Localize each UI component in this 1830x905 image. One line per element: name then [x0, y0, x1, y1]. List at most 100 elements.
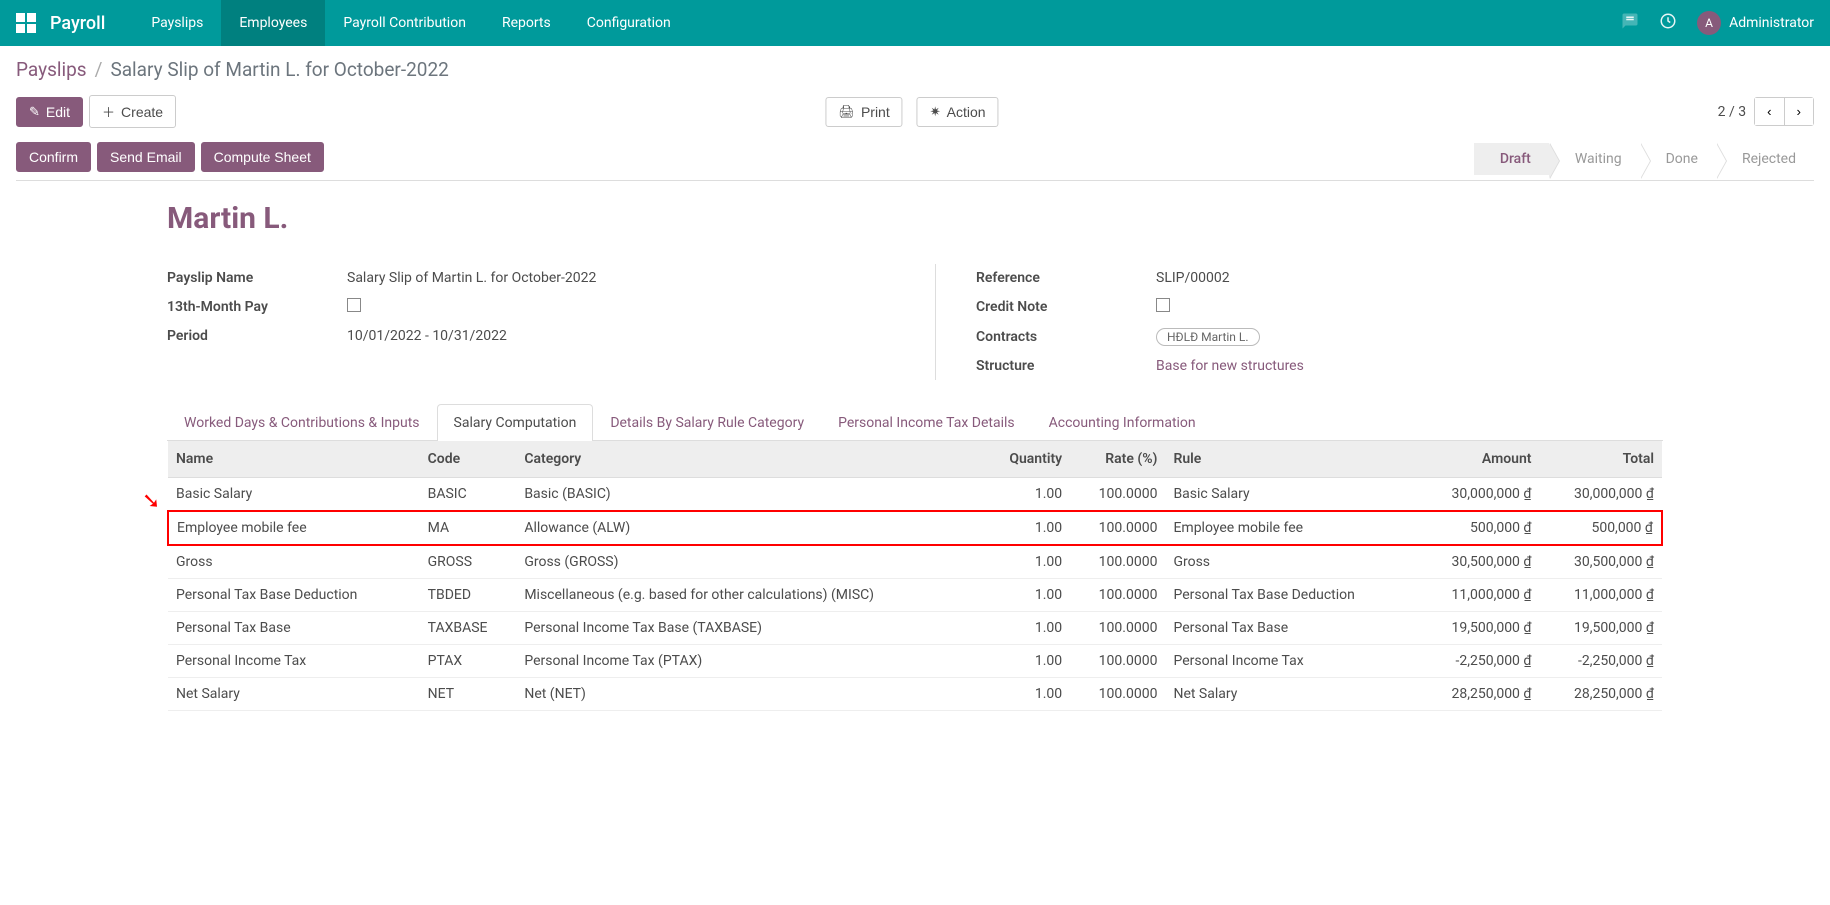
nav-item-employees[interactable]: Employees — [221, 0, 325, 46]
app-title: Payroll — [50, 13, 105, 34]
breadcrumb: Payslips / Salary Slip of Martin L. for … — [16, 58, 1814, 81]
pager-text[interactable]: 2 / 3 — [1718, 104, 1746, 120]
table-row[interactable]: Personal Income TaxPTAXPersonal Income T… — [168, 645, 1662, 678]
cell-rate: 100.0000 — [1070, 579, 1165, 612]
cell-total: 19,500,000 ₫ — [1540, 612, 1662, 645]
tab-worked-days-contributions-inputs[interactable]: Worked Days & Contributions & Inputs — [167, 404, 437, 441]
table-row[interactable]: GrossGROSSGross (GROSS)1.00100.0000Gross… — [168, 545, 1662, 579]
table-row[interactable]: Employee mobile feeMAAllowance (ALW)1.00… — [168, 511, 1662, 545]
compute-sheet-button[interactable]: Compute Sheet — [201, 142, 324, 172]
plus-icon: ＋ — [102, 102, 115, 121]
month13-checkbox — [347, 298, 361, 312]
activity-icon[interactable] — [1659, 12, 1677, 34]
status-step-done[interactable]: Done — [1640, 143, 1716, 175]
apps-icon[interactable] — [16, 13, 36, 33]
cell-amount: 11,000,000 ₫ — [1417, 579, 1539, 612]
salary-table: Name Code Category Quantity Rate (%) Rul… — [167, 441, 1663, 711]
cell-rule: Employee mobile fee — [1165, 511, 1417, 545]
payslip-name-value: Salary Slip of Martin L. for October-202… — [347, 270, 596, 286]
breadcrumb-parent[interactable]: Payslips — [16, 58, 87, 81]
create-button[interactable]: ＋Create — [89, 95, 176, 128]
cell-total: 11,000,000 ₫ — [1540, 579, 1662, 612]
status-steps: DraftWaitingDoneRejected — [1474, 143, 1814, 175]
cell-rate: 100.0000 — [1070, 545, 1165, 579]
cell-total: 28,250,000 ₫ — [1540, 678, 1662, 711]
cell-code: BASIC — [420, 478, 517, 512]
tab-salary-computation[interactable]: Salary Computation — [437, 404, 594, 441]
period-label: Period — [167, 328, 347, 344]
action-button[interactable]: ✷Action — [917, 97, 999, 127]
tab-accounting-information[interactable]: Accounting Information — [1032, 404, 1213, 441]
cell-code: GROSS — [420, 545, 517, 579]
edit-button[interactable]: ✎Edit — [16, 97, 83, 127]
nav-item-payroll-contribution[interactable]: Payroll Contribution — [325, 0, 484, 46]
cell-category: Miscellaneous (e.g. based for other calc… — [516, 579, 982, 612]
user-name: Administrator — [1729, 15, 1814, 31]
cell-qty: 1.00 — [982, 511, 1070, 545]
credit-note-label: Credit Note — [976, 299, 1156, 315]
contracts-label: Contracts — [976, 329, 1156, 345]
cell-rule: Personal Tax Base — [1165, 612, 1417, 645]
nav-item-configuration[interactable]: Configuration — [569, 0, 689, 46]
cell-qty: 1.00 — [982, 678, 1070, 711]
table-row[interactable]: Personal Tax Base Deduction TBDEDMiscella… — [168, 579, 1662, 612]
reference-value: SLIP/00002 — [1156, 270, 1230, 286]
credit-note-checkbox — [1156, 298, 1170, 312]
cell-qty: 1.00 — [982, 645, 1070, 678]
table-row[interactable]: Basic SalaryBASICBasic (BASIC)1.00100.00… — [168, 478, 1662, 512]
payslip-name-label: Payslip Name — [167, 270, 347, 286]
contract-tag[interactable]: HĐLĐ Martin L. — [1156, 328, 1260, 346]
send-email-button[interactable]: Send Email — [97, 142, 195, 172]
th-rate: Rate (%) — [1070, 441, 1165, 478]
tab-personal-income-tax-details[interactable]: Personal Income Tax Details — [821, 404, 1032, 441]
print-button[interactable]: 🖨Print — [825, 97, 902, 127]
cell-name: Net Salary — [168, 678, 420, 711]
cell-name: Personal Income Tax — [168, 645, 420, 678]
cell-name: Employee mobile fee — [168, 511, 420, 545]
cell-code: PTAX — [420, 645, 517, 678]
cell-category: Basic (BASIC) — [516, 478, 982, 512]
cell-rate: 100.0000 — [1070, 612, 1165, 645]
gear-icon: ✷ — [930, 104, 941, 120]
record-title: Martin L. — [167, 201, 1663, 236]
structure-link[interactable]: Base for new structures — [1156, 358, 1304, 374]
cell-category: Allowance (ALW) — [516, 511, 982, 545]
nav-item-reports[interactable]: Reports — [484, 0, 569, 46]
pager-next[interactable]: › — [1785, 98, 1813, 125]
cell-amount: 500,000 ₫ — [1417, 511, 1539, 545]
cell-rate: 100.0000 — [1070, 511, 1165, 545]
cell-name: Gross — [168, 545, 420, 579]
status-step-rejected[interactable]: Rejected — [1716, 143, 1814, 175]
table-row[interactable]: Net SalaryNETNet (NET)1.00100.0000Net Sa… — [168, 678, 1662, 711]
table-row[interactable]: Personal Tax BaseTAXBASEPersonal Income … — [168, 612, 1662, 645]
pencil-icon: ✎ — [29, 104, 40, 120]
th-amount: Amount — [1417, 441, 1539, 478]
status-step-draft[interactable]: Draft — [1474, 143, 1549, 175]
pager-prev[interactable]: ‹ — [1755, 98, 1784, 125]
cell-amount: -2,250,000 ₫ — [1417, 645, 1539, 678]
user-menu[interactable]: A Administrator — [1697, 11, 1814, 35]
nav-item-payslips[interactable]: Payslips — [133, 0, 221, 46]
th-total: Total — [1540, 441, 1662, 478]
cell-rule: Personal Tax Base Deduction — [1165, 579, 1417, 612]
cell-qty: 1.00 — [982, 579, 1070, 612]
cell-category: Personal Income Tax Base (TAXBASE) — [516, 612, 982, 645]
avatar: A — [1697, 11, 1721, 35]
reference-label: Reference — [976, 270, 1156, 286]
status-step-waiting[interactable]: Waiting — [1549, 143, 1640, 175]
cell-category: Personal Income Tax (PTAX) — [516, 645, 982, 678]
chat-icon[interactable] — [1621, 12, 1639, 34]
cell-rate: 100.0000 — [1070, 645, 1165, 678]
tab-details-by-salary-rule-category[interactable]: Details By Salary Rule Category — [593, 404, 821, 441]
th-quantity: Quantity — [982, 441, 1070, 478]
cell-code: TBDED — [420, 579, 517, 612]
cell-name: Personal Tax Base — [168, 612, 420, 645]
cell-code: TAXBASE — [420, 612, 517, 645]
confirm-button[interactable]: Confirm — [16, 142, 91, 172]
cell-qty: 1.00 — [982, 478, 1070, 512]
th-name: Name — [168, 441, 420, 478]
th-category: Category — [516, 441, 982, 478]
breadcrumb-current: Salary Slip of Martin L. for October-202… — [110, 58, 448, 81]
th-rule: Rule — [1165, 441, 1417, 478]
cell-code: MA — [420, 511, 517, 545]
